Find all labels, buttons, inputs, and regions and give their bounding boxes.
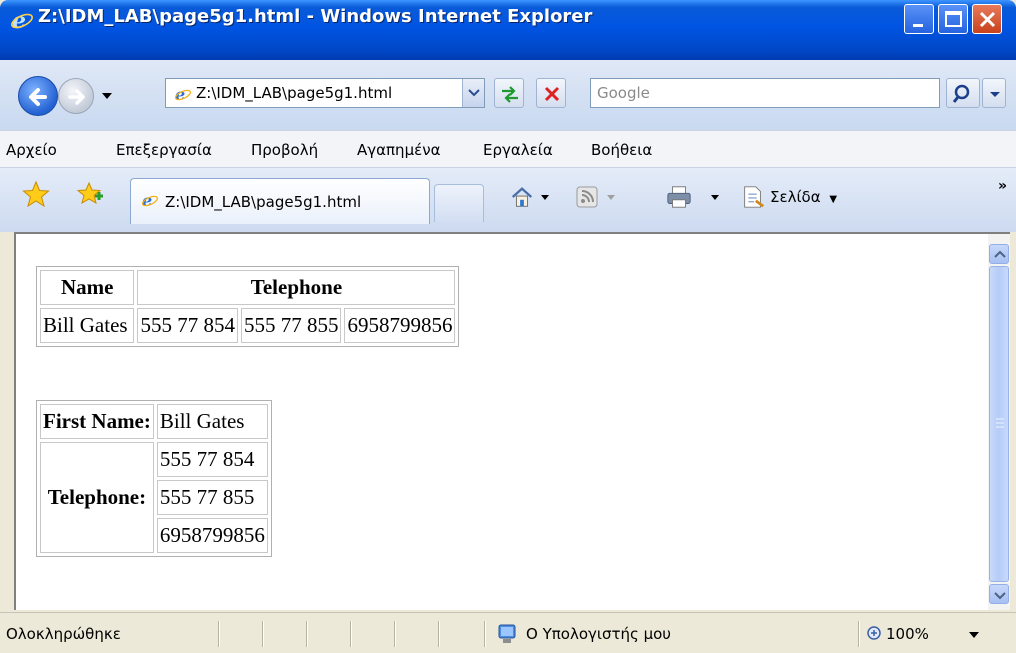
- back-button[interactable]: [18, 76, 58, 116]
- address-dropdown-button[interactable]: [462, 79, 484, 107]
- table-cell-phone: 555 77 854: [137, 308, 238, 343]
- status-text: Ολοκληρώθηκε: [6, 625, 121, 643]
- scroll-thumb[interactable]: [989, 266, 1009, 582]
- maximize-icon: [945, 11, 962, 27]
- page-menu-label: Σελίδα: [770, 188, 821, 206]
- chevron-down-icon[interactable]: [606, 194, 616, 220]
- status-divider: [306, 621, 307, 647]
- status-divider: [858, 621, 859, 647]
- chevron-down-icon: [468, 89, 480, 97]
- chevron-down-icon: ▼: [829, 194, 838, 205]
- page-menu-button[interactable]: Σελίδα ▼: [770, 188, 837, 206]
- first-name-value: Bill Gates: [156, 404, 268, 439]
- close-button[interactable]: [972, 4, 1002, 34]
- address-bar[interactable]: e Z:\IDM_LAB\page5g1.html: [165, 78, 485, 108]
- vertical-scrollbar[interactable]: [988, 232, 1010, 610]
- chevron-up-icon: [994, 250, 1006, 258]
- zoom-level[interactable]: 100%: [886, 625, 929, 643]
- arrow-left-icon: [29, 88, 47, 106]
- tab-active[interactable]: e Z:\IDM_LAB\page5g1.html: [130, 178, 430, 224]
- telephone-value: 555 77 854: [156, 442, 268, 477]
- ie-logo-icon: e: [11, 8, 33, 32]
- tab-bar: e Z:\IDM_LAB\page5g1.html Σελίδα ▼ »: [0, 168, 1016, 232]
- search-placeholder: Google: [597, 84, 650, 102]
- chevron-down-icon: [990, 92, 1000, 97]
- stop-icon: [544, 86, 560, 102]
- minimize-button[interactable]: [904, 4, 934, 34]
- add-favorite-icon[interactable]: [76, 180, 104, 208]
- chevron-down-icon[interactable]: [540, 194, 550, 220]
- address-input[interactable]: Z:\IDM_LAB\page5g1.html: [196, 84, 392, 102]
- telephone-value: 555 77 855: [156, 480, 268, 515]
- search-icon: [952, 84, 970, 103]
- status-divider: [394, 621, 395, 647]
- stop-button[interactable]: [536, 78, 566, 108]
- computer-icon: [498, 624, 516, 643]
- chevron-down-icon[interactable]: [968, 631, 980, 639]
- menu-file[interactable]: Αρχείο: [6, 141, 57, 159]
- page-menu-icon[interactable]: [740, 184, 766, 210]
- forward-button[interactable]: [58, 78, 94, 114]
- rss-feed-icon[interactable]: [574, 184, 600, 210]
- new-tab-button[interactable]: [434, 184, 484, 222]
- scroll-down-button[interactable]: [989, 584, 1009, 604]
- contacts-table: Name Telephone Bill Gates 555 77 854 555…: [36, 266, 460, 347]
- page-icon: e: [174, 85, 192, 103]
- table-row: Bill Gates 555 77 854 555 77 855 6958799…: [40, 308, 456, 343]
- grip-icon: [996, 418, 1004, 428]
- svg-text:e: e: [175, 85, 185, 103]
- navigation-bar: e Z:\IDM_LAB\page5g1.html Google: [0, 60, 1016, 130]
- menu-tools[interactable]: Εργαλεία: [483, 141, 553, 159]
- table-cell-phone: 555 77 855: [240, 308, 342, 343]
- page-content: Name Telephone Bill Gates 555 77 854 555…: [14, 232, 988, 610]
- security-zone: Ο Υπολογιστής μου: [526, 625, 671, 643]
- status-divider: [218, 621, 219, 647]
- maximize-button[interactable]: [938, 4, 968, 34]
- contact-details-table: First Name: Bill Gates Telephone: 555 77…: [36, 400, 272, 557]
- title-bar: e Z:\IDM_LAB\page5g1.html - Windows Inte…: [0, 0, 1016, 60]
- search-field[interactable]: Google: [590, 78, 940, 108]
- more-commands-icon[interactable]: »: [998, 178, 1007, 194]
- close-icon: [979, 11, 996, 28]
- status-divider: [484, 621, 485, 647]
- window-title: Z:\IDM_LAB\page5g1.html - Windows Intern…: [38, 6, 593, 27]
- column-header-telephone: Telephone: [137, 270, 456, 305]
- recent-pages-dropdown-icon[interactable]: [100, 90, 114, 102]
- status-divider: [262, 621, 263, 647]
- print-icon[interactable]: [664, 184, 694, 210]
- menu-favorites[interactable]: Αγαπημένα: [357, 141, 440, 159]
- favorites-star-icon[interactable]: [22, 180, 50, 208]
- menu-edit[interactable]: Επεξεργασία: [116, 141, 212, 159]
- table-cell-name: Bill Gates: [40, 308, 135, 343]
- menu-help[interactable]: Βοήθεια: [591, 141, 652, 159]
- chevron-down-icon[interactable]: [710, 194, 720, 220]
- svg-text:e: e: [142, 191, 152, 209]
- zoom-icon[interactable]: [866, 625, 884, 643]
- refresh-button[interactable]: [494, 78, 524, 108]
- tab-label: Z:\IDM_LAB\page5g1.html: [165, 193, 362, 211]
- search-options-button[interactable]: [982, 78, 1006, 108]
- status-bar: Ολοκληρώθηκε Ο Υπολογιστής μου 100%: [0, 612, 1016, 653]
- table-row: First Name: Bill Gates: [40, 404, 268, 439]
- table-header-row: Name Telephone: [40, 270, 456, 305]
- telephone-value: 6958799856: [156, 518, 268, 553]
- home-icon[interactable]: [508, 184, 536, 210]
- refresh-icon: [502, 86, 518, 103]
- scroll-up-button[interactable]: [989, 244, 1009, 264]
- telephone-label: Telephone:: [40, 442, 154, 553]
- page-icon: e: [141, 191, 159, 209]
- column-header-name: Name: [40, 270, 135, 305]
- search-button[interactable]: [946, 78, 980, 108]
- menu-view[interactable]: Προβολή: [251, 141, 318, 159]
- status-divider: [350, 621, 351, 647]
- arrow-right-icon: [68, 89, 85, 105]
- menu-bar: Αρχείο Επεξεργασία Προβολή Αγαπημένα Εργ…: [0, 130, 1016, 168]
- status-divider: [438, 621, 439, 647]
- table-cell-phone: 6958799856: [344, 308, 456, 343]
- minimize-icon: [913, 24, 923, 27]
- chevron-down-icon: [994, 592, 1006, 600]
- table-row: Telephone: 555 77 854: [40, 442, 268, 553]
- first-name-label: First Name:: [40, 404, 154, 439]
